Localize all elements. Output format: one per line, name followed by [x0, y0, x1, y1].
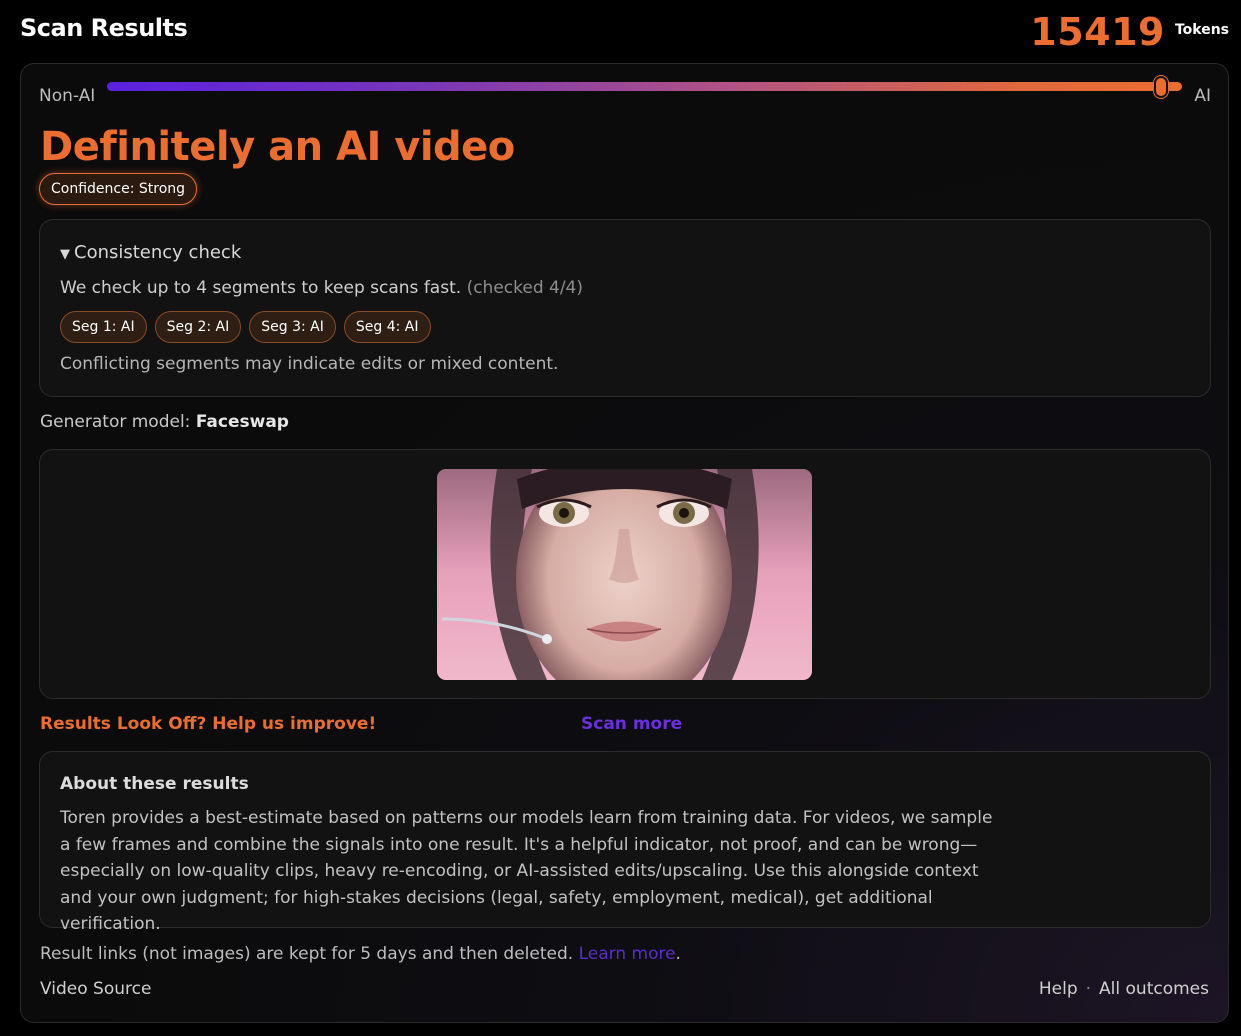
ai-meter: Non-AI AI — [39, 76, 1211, 114]
footer-links: Help · All outcomes — [1039, 979, 1209, 999]
confidence-badge: Confidence: Strong — [39, 173, 198, 205]
token-count: 15419 — [1030, 10, 1165, 54]
consistency-note: Conflicting segments may indicate edits … — [60, 354, 559, 374]
segment-badge: Seg 1: AI — [60, 311, 147, 343]
generator-label: Generator model: — [40, 412, 191, 432]
all-outcomes-link[interactable]: All outcomes — [1099, 979, 1209, 999]
retention-suffix: . — [675, 944, 681, 964]
meter-thumb — [1153, 76, 1168, 98]
consistency-toggle[interactable]: ▼ Consistency check — [60, 242, 241, 263]
token-balance: 15419 Tokens — [1030, 10, 1229, 54]
header-bar: Scan Results 15419 Tokens — [0, 0, 1241, 60]
page-title: Scan Results — [20, 14, 188, 42]
triangle-down-icon: ▼ — [60, 247, 70, 262]
meter-label-ai: AI — [1194, 86, 1211, 106]
about-results-panel: About these results Toren provides a bes… — [39, 751, 1211, 934]
generator-model: Generator model: Faceswap — [40, 412, 289, 432]
feedback-link[interactable]: Results Look Off? Help us improve! — [40, 714, 376, 734]
learn-more-link[interactable]: Learn more — [579, 944, 676, 964]
segment-badge: Seg 2: AI — [154, 311, 242, 343]
verdict-headline: Definitely an AI video — [40, 124, 515, 170]
media-preview-panel — [39, 449, 1211, 699]
meter-track — [107, 76, 1182, 98]
help-link[interactable]: Help — [1039, 979, 1078, 999]
segment-badge: Seg 3: AI — [249, 311, 336, 343]
retention-text: Result links (not images) are kept for 5… — [40, 944, 574, 964]
about-text: Toren provides a best-estimate based on … — [60, 808, 993, 934]
meter-label-non-ai: Non-AI — [39, 86, 96, 106]
token-label: Tokens — [1174, 22, 1229, 38]
generator-value: Faceswap — [195, 412, 289, 432]
consistency-description: We check up to 4 segments to keep scans … — [60, 278, 583, 298]
retention-notice: Result links (not images) are kept for 5… — [40, 944, 681, 964]
portrait-image — [437, 469, 812, 680]
segment-badge: Seg 4: AI — [343, 311, 431, 343]
video-thumbnail — [437, 469, 812, 680]
footer-separator: · — [1085, 979, 1092, 999]
consistency-check-panel: ▼ Consistency check We check up to 4 segm… — [39, 219, 1211, 397]
video-source-link[interactable]: Video Source — [40, 979, 151, 999]
consistency-description-text: We check up to 4 segments to keep scans … — [60, 278, 462, 298]
scan-more-link[interactable]: Scan more — [581, 714, 682, 734]
about-title: About these results — [60, 774, 249, 794]
segment-badges: Seg 1: AI Seg 2: AI Seg 3: AI Seg 4: AI — [60, 311, 431, 343]
results-card: Non-AI AI Definitely an AI video Confide… — [20, 63, 1229, 1023]
consistency-checked-count: (checked 4/4) — [466, 278, 584, 298]
consistency-title: Consistency check — [74, 242, 242, 263]
